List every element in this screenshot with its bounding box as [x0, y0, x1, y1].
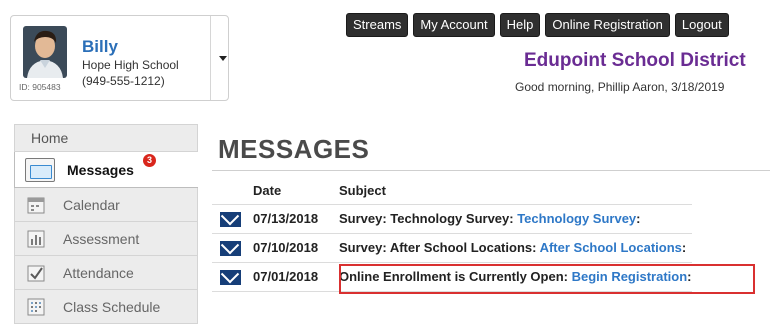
sidebar-item-label: Attendance: [63, 265, 134, 281]
sidebar-item-label: Messages: [67, 162, 134, 178]
table-header-row: Date Subject: [212, 178, 692, 204]
envelope-icon[interactable]: [220, 240, 241, 256]
logout-button[interactable]: Logout: [674, 13, 729, 37]
envelope-icon[interactable]: [220, 211, 241, 227]
subject-text: Survey: Technology Survey:: [339, 211, 518, 226]
sidebar-item-calendar[interactable]: Calendar: [14, 188, 198, 222]
subject-text: Online Enrollment is Currently Open:: [339, 269, 572, 284]
message-subject: Online Enrollment is Currently Open: Beg…: [333, 261, 692, 292]
envelope-icon: [25, 158, 55, 182]
message-link[interactable]: After School Locations: [540, 240, 682, 255]
sidebar-item-messages[interactable]: Messages 3: [14, 152, 198, 188]
page-title: MESSAGES: [218, 134, 370, 164]
top-nav: Streams My Account Help Online Registrat…: [346, 13, 729, 37]
table-row[interactable]: 07/10/2018 Survey: After School Location…: [212, 232, 692, 262]
online-registration-button[interactable]: Online Registration: [545, 13, 670, 37]
envelope-cell: [212, 261, 247, 292]
message-date: 07/01/2018: [247, 261, 333, 292]
calendar-icon: [27, 197, 45, 214]
sidebar-item-label: Calendar: [63, 197, 120, 213]
message-link[interactable]: Technology Survey: [517, 211, 636, 226]
chevron-down-icon[interactable]: [219, 56, 227, 61]
subject-suffix: :: [681, 240, 687, 255]
sidebar-item-attendance[interactable]: Attendance: [14, 256, 198, 290]
subject-column-header: Subject: [339, 183, 386, 199]
table-row[interactable]: 07/13/2018 Survey: Technology Survey: Te…: [212, 203, 692, 233]
greeting-text: Good morning, Phillip Aaron, 3/18/2019: [515, 80, 725, 94]
message-date: 07/13/2018: [247, 203, 333, 233]
student-card[interactable]: ID: 905483 Billy Hope High School (949-5…: [10, 15, 229, 101]
student-name: Billy: [82, 37, 118, 56]
sidebar: Home Messages 3 Calendar Assessment Atte…: [14, 124, 198, 324]
card-divider: [210, 16, 211, 100]
title-divider: [212, 170, 770, 171]
bar-chart-icon: [27, 230, 45, 248]
checkbox-icon: [27, 265, 45, 282]
messages-table: Date Subject 07/13/2018 Survey: Technolo…: [212, 178, 692, 292]
my-account-button[interactable]: My Account: [413, 13, 495, 37]
subject-text: Survey: After School Locations:: [339, 240, 540, 255]
icon-column-header: [212, 178, 247, 204]
message-subject: Survey: Technology Survey: Technology Su…: [333, 203, 692, 233]
envelope-icon[interactable]: [220, 269, 241, 285]
subject-suffix: :: [636, 211, 641, 226]
sidebar-item-label: Class Schedule: [63, 299, 161, 315]
subject-suffix: :: [687, 269, 692, 284]
sidebar-item-assessment[interactable]: Assessment: [14, 222, 198, 256]
schedule-icon: [27, 298, 45, 316]
date-column-header: Date: [253, 183, 282, 199]
student-id: ID: 905483: [19, 82, 61, 92]
envelope-cell: [212, 203, 247, 233]
student-photo: [23, 26, 67, 78]
help-button[interactable]: Help: [499, 13, 541, 37]
district-name: Edupoint School District: [524, 50, 746, 71]
table-row[interactable]: 07/01/2018 Online Enrollment is Currentl…: [212, 261, 692, 292]
student-phone: (949-555-1212): [82, 74, 165, 88]
message-link[interactable]: Begin Registration: [572, 269, 688, 284]
student-school: Hope High School: [82, 58, 179, 72]
unread-count-badge: 3: [143, 154, 156, 167]
streams-button[interactable]: Streams: [346, 13, 409, 37]
envelope-cell: [212, 232, 247, 262]
sidebar-item-label: Assessment: [63, 231, 140, 247]
message-subject: Survey: After School Locations: After Sc…: [333, 232, 692, 262]
message-date: 07/10/2018: [247, 232, 333, 262]
sidebar-item-class-schedule[interactable]: Class Schedule: [14, 290, 198, 324]
sidebar-item-home[interactable]: Home: [14, 124, 198, 152]
